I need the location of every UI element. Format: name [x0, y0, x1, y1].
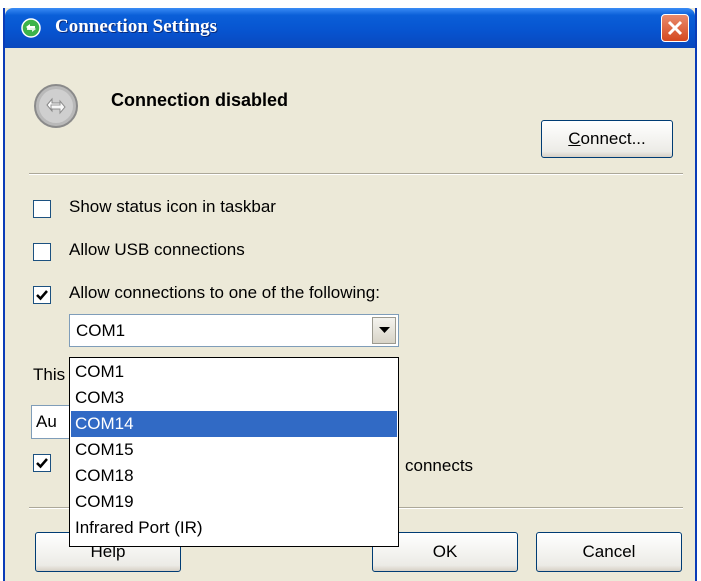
allow-usb-label[interactable]: Allow USB connections	[69, 240, 245, 260]
close-button[interactable]	[661, 14, 689, 42]
connect-button[interactable]: Connect...	[541, 120, 673, 158]
dropdown-option[interactable]: COM18	[71, 463, 397, 489]
dropdown-arrow-button[interactable]	[372, 317, 396, 344]
show-status-icon-checkbox[interactable]	[33, 200, 51, 218]
close-icon	[667, 20, 683, 36]
cancel-button-label: Cancel	[582, 542, 636, 561]
chevron-down-icon	[379, 327, 390, 333]
separator-top	[29, 173, 683, 175]
port-dropdown-list[interactable]: COM1 COM3 COM14 COM15 COM18 COM19 Infrar…	[69, 357, 399, 547]
partial-checkbox[interactable]	[33, 454, 51, 472]
ok-button-label: OK	[432, 542, 458, 561]
dropdown-option[interactable]: Infrared Port (IR)	[71, 515, 397, 541]
connection-settings-dialog: Connection Settings Connection disabled …	[3, 8, 697, 581]
cancel-button[interactable]: Cancel	[536, 532, 682, 572]
port-select-value: COM1	[76, 321, 126, 340]
title-bar[interactable]: Connection Settings	[5, 8, 695, 48]
show-status-icon-label[interactable]: Show status icon in taskbar	[69, 197, 276, 217]
partial-combo-value: Au	[36, 412, 57, 431]
window-title: Connection Settings	[55, 16, 218, 37]
checkmark-icon	[36, 290, 48, 301]
connect-button-label: onnect...	[580, 129, 646, 148]
partial-checkbox-label: connects	[405, 456, 474, 475]
allow-usb-checkbox[interactable]	[33, 243, 51, 261]
allow-connections-checkbox[interactable]	[33, 286, 51, 304]
dropdown-option[interactable]: COM1	[71, 359, 397, 385]
port-select[interactable]: COM1	[69, 314, 399, 347]
dropdown-option[interactable]: COM3	[71, 385, 397, 411]
checkmark-icon	[36, 458, 48, 469]
dropdown-option[interactable]: COM19	[71, 489, 397, 515]
connection-status-text: Connection disabled	[111, 90, 289, 110]
allow-connections-label[interactable]: Allow connections to one of the followin…	[69, 283, 380, 303]
connection-app-icon	[21, 18, 41, 38]
dropdown-option-highlighted[interactable]: COM14	[71, 411, 397, 437]
sync-disabled-icon	[33, 83, 79, 129]
dropdown-option[interactable]: COM15	[71, 437, 397, 463]
partial-label: This	[33, 365, 66, 384]
